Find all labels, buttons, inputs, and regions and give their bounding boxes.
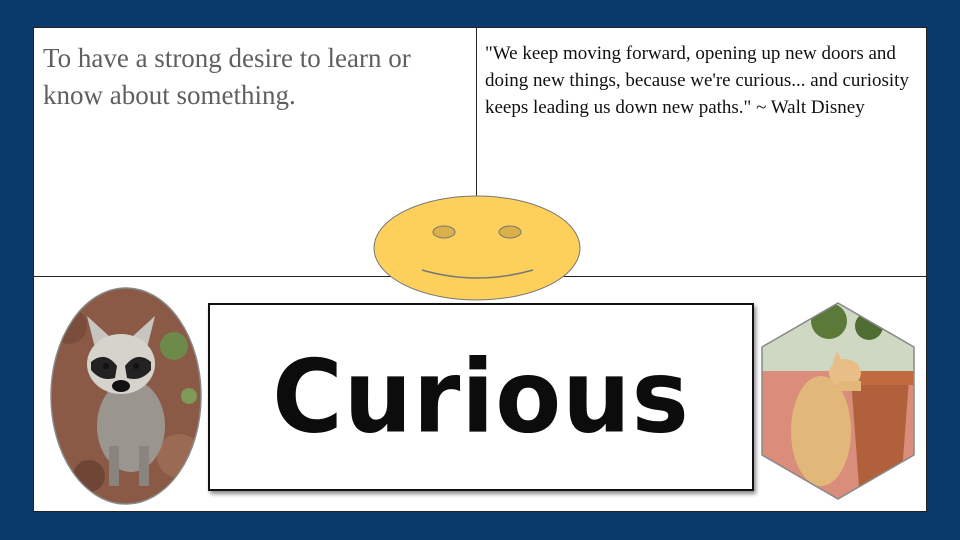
quote-text: "We keep moving forward, opening up new … (485, 43, 909, 118)
smiley-face-icon (373, 194, 583, 306)
word-card: Curious (208, 303, 754, 491)
slide: To have a strong desire to learn or know… (33, 27, 927, 512)
vocabulary-word: Curious (272, 338, 690, 456)
raccoon-photo (49, 286, 203, 510)
definition-text: To have a strong desire to learn or know… (43, 43, 411, 110)
cat-photo (759, 301, 917, 505)
